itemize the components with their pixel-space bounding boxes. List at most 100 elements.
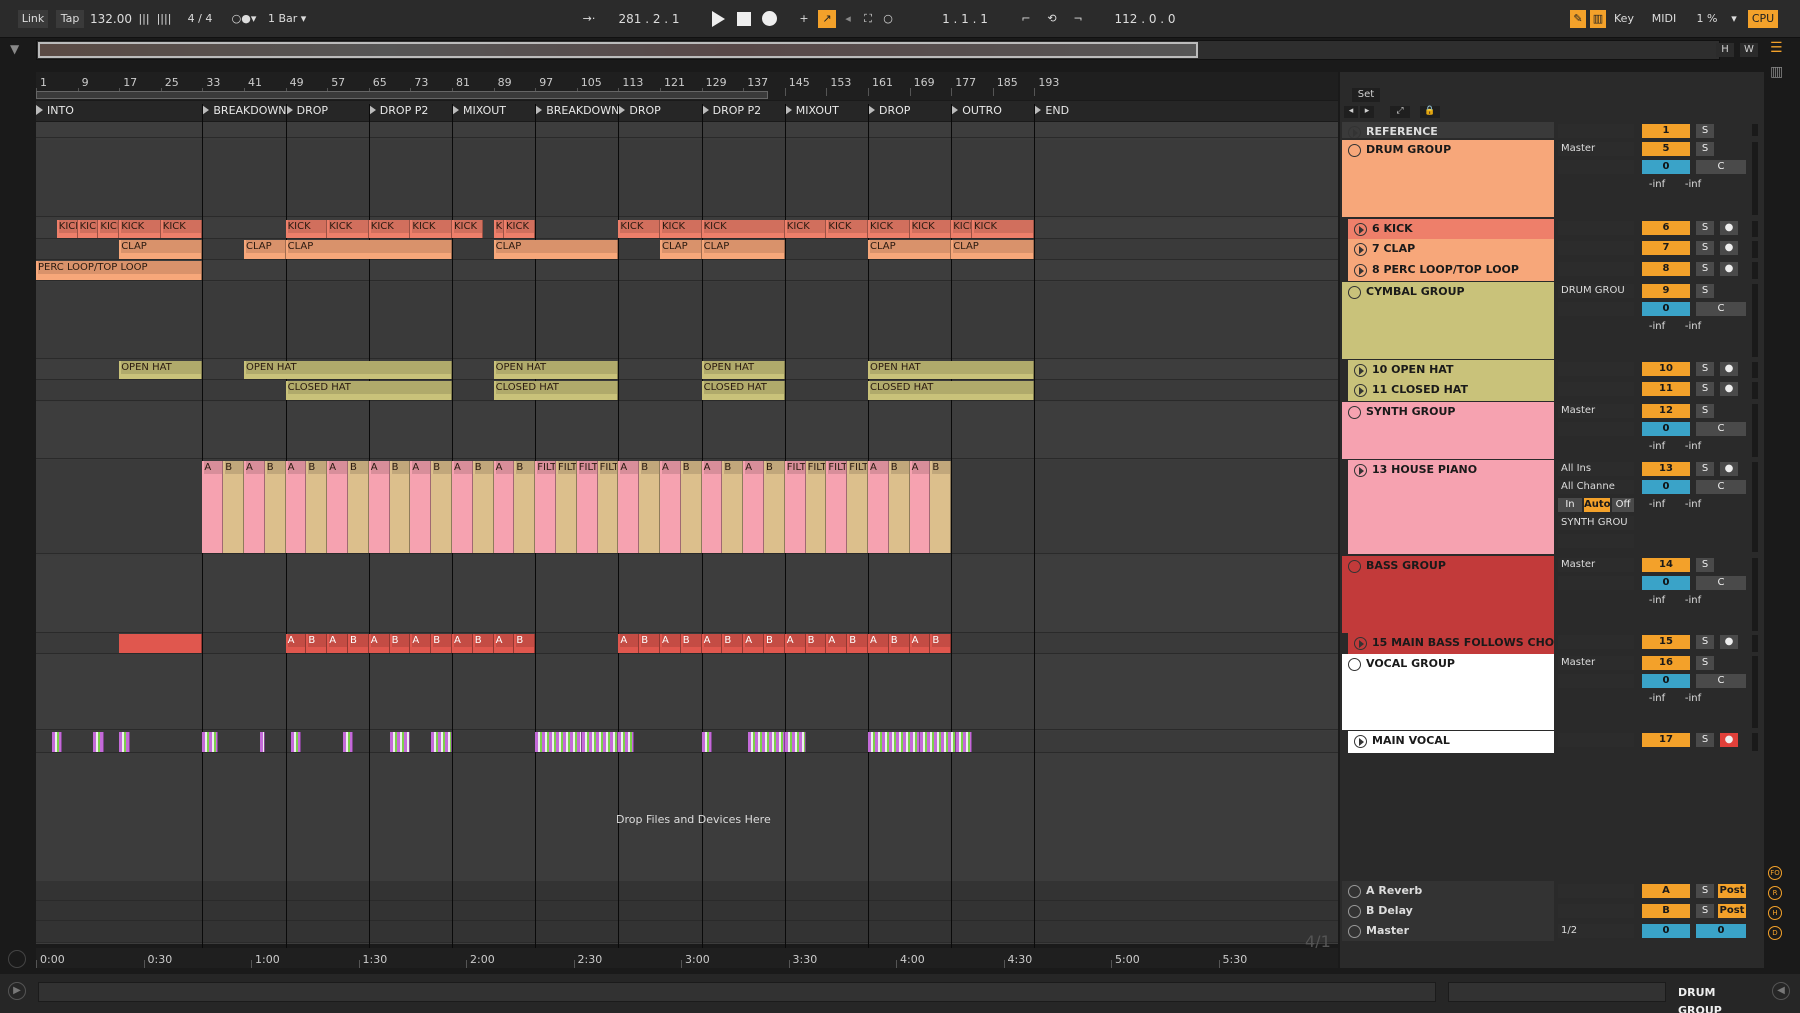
locator-marker[interactable]: MIXOUT	[452, 103, 506, 119]
vocal-clip[interactable]	[259, 732, 265, 752]
side-toggle-button[interactable]: R	[1768, 886, 1782, 900]
clip[interactable]: B	[639, 634, 660, 653]
loop-length-field[interactable]: 112 . 0 . 0	[1098, 9, 1192, 29]
loop-brace[interactable]	[36, 91, 768, 99]
arm-button[interactable]: ●	[1720, 733, 1738, 747]
clip[interactable]: A	[909, 634, 931, 653]
clip[interactable]: OPEN HAT	[701, 361, 785, 379]
pan-field[interactable]: C	[1696, 302, 1746, 316]
pan-field[interactable]: C	[1696, 160, 1746, 174]
monitor-in-button[interactable]: In	[1558, 498, 1582, 512]
clip[interactable]: B	[847, 634, 868, 653]
clip[interactable]: B	[389, 634, 411, 653]
clip[interactable]: KICK	[701, 220, 785, 238]
time-signature-field[interactable]: 4 / 4	[180, 10, 220, 28]
pan-field[interactable]: C	[1696, 674, 1746, 688]
clip[interactable]: A	[493, 461, 515, 553]
volume-field[interactable]: 0	[1642, 160, 1690, 174]
stop-icon[interactable]	[737, 12, 751, 26]
vocal-clip[interactable]	[535, 732, 582, 752]
clip[interactable]: OPEN HAT	[868, 361, 1035, 379]
track-number[interactable]: 11	[1642, 382, 1690, 396]
nudge-up-icon[interactable]: ||||	[156, 10, 172, 28]
session-record-icon[interactable]: ○	[880, 10, 896, 28]
solo-button[interactable]: S	[1696, 221, 1714, 235]
track-activator-icon[interactable]	[1354, 364, 1367, 377]
clip[interactable]: A	[701, 634, 723, 653]
solo-button[interactable]: S	[1696, 284, 1714, 298]
clip[interactable]: B	[431, 634, 452, 653]
clip[interactable]: B	[930, 461, 952, 553]
clip[interactable]: CLAP	[868, 240, 952, 259]
monitor-auto-button[interactable]: Auto	[1584, 498, 1611, 512]
return-lane[interactable]	[36, 881, 1338, 901]
clip[interactable]: CLOSED HAT	[868, 381, 1035, 400]
clip[interactable]	[119, 634, 203, 653]
solo-button[interactable]: S	[1696, 241, 1714, 255]
vocal-clip[interactable]	[868, 732, 920, 752]
track-activator-icon[interactable]	[1354, 637, 1367, 650]
clip[interactable]: KICK	[452, 220, 484, 238]
follow-icon[interactable]: →·	[578, 10, 600, 28]
track-name[interactable]: 8 PERC LOOP/TOP LOOP	[1348, 260, 1554, 281]
track-activator-icon[interactable]	[1354, 464, 1367, 477]
overview-w-button[interactable]: W	[1740, 43, 1758, 57]
track-lane[interactable]	[36, 556, 1338, 633]
track-lane[interactable]	[36, 260, 1338, 281]
track-name[interactable]: 10 OPEN HAT	[1348, 360, 1554, 380]
lock-icon[interactable]: 🔒	[1420, 106, 1440, 118]
clip[interactable]: CLOSED HAT	[493, 381, 619, 400]
cpu-menu-icon[interactable]: ▾	[1728, 10, 1740, 28]
clip[interactable]: KICK	[119, 220, 161, 238]
track-number[interactable]: 7	[1642, 241, 1690, 255]
track-activator-icon[interactable]	[1354, 384, 1367, 397]
pan-field[interactable]: C	[1696, 480, 1746, 494]
track-lane[interactable]	[36, 122, 1338, 138]
track-number[interactable]: 8	[1642, 262, 1690, 276]
clip[interactable]: A	[909, 461, 931, 553]
post-button[interactable]: Post	[1718, 904, 1746, 918]
clip[interactable]: FILT	[535, 461, 556, 553]
clip[interactable]: FILT	[597, 461, 619, 553]
locator-marker[interactable]: MIXOUT	[784, 103, 839, 119]
clip[interactable]: A	[826, 634, 848, 653]
quantize-menu[interactable]: 1 Bar ▾	[268, 10, 318, 28]
track-name[interactable]: SYNTH GROUP	[1342, 402, 1554, 459]
track-activator-icon[interactable]	[1354, 264, 1367, 277]
track-activator-icon[interactable]	[1348, 885, 1361, 898]
return-lane[interactable]	[36, 901, 1338, 921]
clip[interactable]: FILT	[826, 461, 848, 553]
arm-button[interactable]: ●	[1720, 362, 1738, 376]
return-track-name[interactable]: A Reverb	[1342, 881, 1554, 901]
solo-button[interactable]: S	[1696, 404, 1714, 418]
tap-tempo-button[interactable]: Tap	[56, 10, 84, 28]
capture-icon[interactable]: ⛶	[860, 10, 876, 28]
clip[interactable]: KICK	[951, 220, 972, 238]
vocal-clip[interactable]	[784, 732, 806, 752]
track-activator-icon[interactable]	[1354, 735, 1367, 748]
locator-marker[interactable]: DROP	[618, 103, 661, 119]
volume-field[interactable]: 0	[1696, 924, 1746, 938]
output-routing-select[interactable]: Master	[1558, 142, 1634, 156]
fold-icon[interactable]	[1348, 144, 1361, 157]
clip[interactable]: B	[348, 461, 369, 553]
locator-marker[interactable]: DROP P2	[701, 103, 761, 119]
clip[interactable]: B	[805, 634, 827, 653]
clip[interactable]: A	[701, 461, 723, 553]
clip[interactable]: KICK	[784, 220, 827, 238]
clip[interactable]: PERC LOOP/TOP LOOP	[36, 261, 203, 280]
fold-icon[interactable]	[1348, 406, 1361, 419]
track-number[interactable]: 9	[1642, 284, 1690, 298]
clip[interactable]: KICK	[660, 220, 702, 238]
track-name[interactable]: BASS GROUP	[1342, 556, 1554, 633]
clip[interactable]: A	[493, 634, 515, 653]
solo-button[interactable]: S	[1696, 635, 1714, 649]
locator-marker[interactable]: DROP	[285, 103, 328, 119]
loop-start-field[interactable]: 1 . 1 . 1	[920, 9, 1010, 29]
side-toggle-button[interactable]: FO	[1768, 866, 1782, 880]
clip[interactable]: FILT	[784, 461, 806, 553]
track-number[interactable]: 14	[1642, 558, 1690, 572]
solo-button[interactable]: S	[1696, 462, 1714, 476]
input-type-select[interactable]: All Ins	[1558, 462, 1634, 476]
clip[interactable]: B	[722, 634, 744, 653]
